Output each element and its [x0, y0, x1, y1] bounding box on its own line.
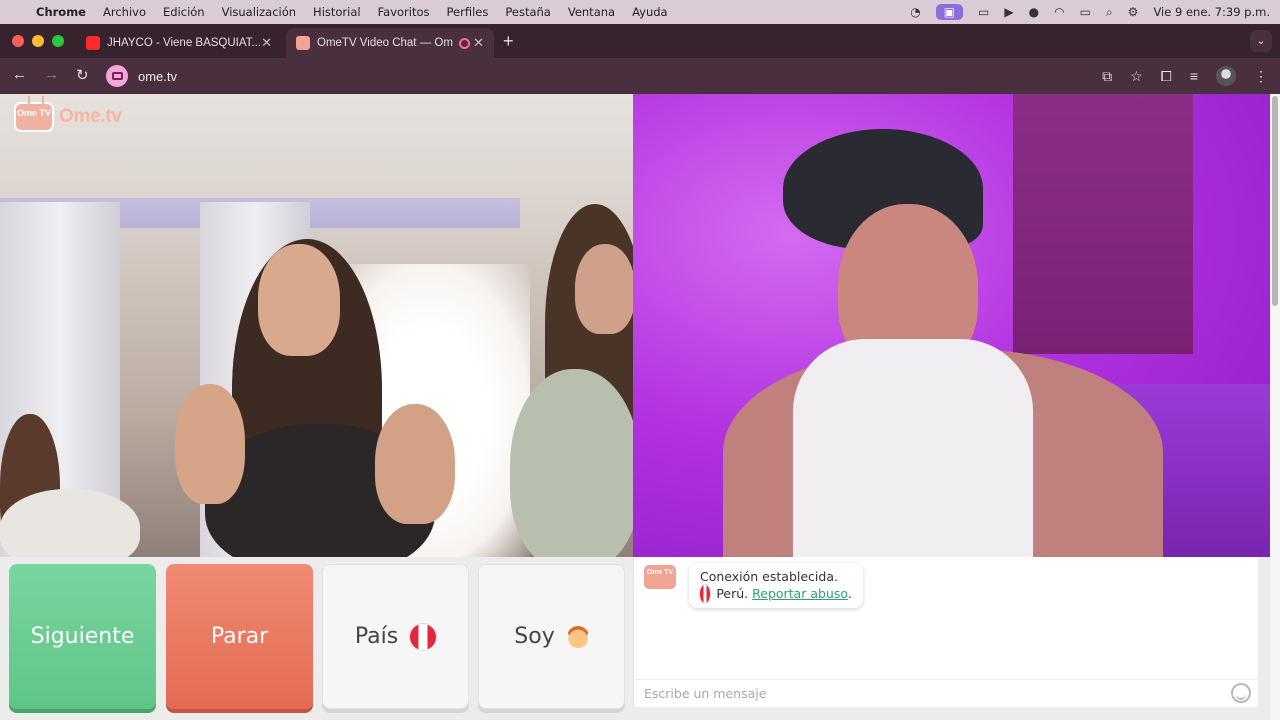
- menu-item-edicion[interactable]: Edición: [163, 5, 205, 19]
- person-face: [258, 244, 340, 356]
- emoji-picker-icon[interactable]: [1231, 683, 1251, 703]
- stranger-country: Perú.: [716, 586, 749, 601]
- stop-button-label: Parar: [210, 624, 269, 649]
- browser-window: JHAYCO - Viene BASQUIAT... ✕ OmeTV Video…: [0, 24, 1280, 720]
- menu-app-name[interactable]: Chrome: [36, 5, 86, 19]
- control-center-icon[interactable]: ⚙: [1128, 5, 1139, 19]
- display-icon[interactable]: ▭: [978, 5, 989, 19]
- menu-item-archivo[interactable]: Archivo: [103, 5, 146, 19]
- boy-emoji-icon: [566, 625, 589, 648]
- message-input[interactable]: Escribe un mensaje: [634, 679, 1259, 707]
- menu-item-ventana[interactable]: Ventana: [568, 5, 615, 19]
- youtube-icon: [86, 36, 100, 50]
- peru-flag-icon: [410, 623, 437, 650]
- peru-flag-icon: [700, 585, 711, 603]
- menu-item-favoritos[interactable]: Favoritos: [378, 5, 430, 19]
- tab-youtube[interactable]: JHAYCO - Viene BASQUIAT... ✕: [76, 28, 282, 58]
- play-icon[interactable]: ▶: [1004, 5, 1013, 19]
- ometv-logo-icon: Ome TV: [14, 102, 54, 132]
- person2-shirt: [510, 369, 633, 557]
- media-control-icon[interactable]: ≡: [1190, 68, 1198, 84]
- menu-item-ayuda[interactable]: Ayuda: [632, 5, 668, 19]
- message-placeholder: Escribe un mensaje: [644, 686, 767, 701]
- report-suffix: .: [848, 586, 852, 601]
- activity-icon[interactable]: ◔: [910, 5, 920, 19]
- next-button-label: Siguiente: [30, 624, 135, 649]
- tab-ometv[interactable]: OmeTV Video Chat — Om ✕: [286, 28, 494, 58]
- person-arm-right: [375, 404, 455, 524]
- report-abuse-link[interactable]: Reportar abuso: [752, 585, 848, 603]
- profile-avatar[interactable]: [1216, 66, 1236, 86]
- gender-button-label: Soy: [514, 624, 555, 649]
- ometv-favicon-icon: [296, 36, 310, 50]
- tab-title: OmeTV Video Chat — Om: [317, 37, 453, 49]
- search-icon[interactable]: ⌕: [1106, 5, 1113, 20]
- zoom-window-button[interactable]: [52, 35, 64, 47]
- tank-top: [793, 339, 1033, 557]
- screen-share-icon[interactable]: ▣: [935, 4, 964, 20]
- remote-video: Ome TV Ome.tv: [0, 94, 633, 557]
- ometv-logo-text: Ome.tv: [59, 106, 122, 127]
- macos-menubar: Chrome Archivo Edición Visualización His…: [0, 0, 1280, 24]
- page-scrollbar-track[interactable]: [1270, 94, 1280, 720]
- menu-item-perfiles[interactable]: Perfiles: [447, 5, 489, 19]
- menu-item-historial[interactable]: Historial: [313, 5, 361, 19]
- back-button[interactable]: ←: [12, 66, 27, 83]
- stop-button[interactable]: Parar: [166, 564, 313, 709]
- menu-item-visualizacion[interactable]: Visualización: [222, 5, 296, 19]
- local-video: [633, 94, 1270, 557]
- user-icon[interactable]: ●: [1029, 5, 1039, 19]
- pillow: [0, 489, 140, 557]
- browser-toolbar: ← → ↻ ome.tv ⧉ ☆ ⧠ ≡ ⋮: [0, 58, 1280, 94]
- ometv-chat-avatar-icon: Ome TV: [644, 565, 676, 589]
- menu-item-pestana[interactable]: Pestaña: [505, 5, 550, 19]
- extensions-icon[interactable]: ⧠: [1161, 68, 1172, 85]
- minimize-window-button[interactable]: [32, 35, 44, 47]
- url-text[interactable]: ome.tv: [138, 69, 177, 84]
- battery-icon[interactable]: ▭: [1080, 5, 1091, 19]
- next-button[interactable]: Siguiente: [9, 564, 156, 709]
- connection-status: Conexión establecida.: [700, 569, 838, 584]
- more-menu-icon[interactable]: ⋮: [1254, 68, 1268, 85]
- country-button[interactable]: País: [322, 564, 469, 709]
- gender-button[interactable]: Soy: [478, 564, 625, 709]
- ometv-logo[interactable]: Ome TV Ome.tv: [14, 102, 122, 132]
- system-message: Conexión establecida. Perú. Reportar abu…: [689, 563, 863, 608]
- chat-panel: Ome TV Conexión establecida. Perú. Repor…: [633, 557, 1259, 707]
- wifi-icon[interactable]: ◠: [1054, 5, 1064, 19]
- reload-button[interactable]: ↻: [76, 66, 89, 84]
- close-tab-icon[interactable]: ✕: [261, 35, 272, 51]
- recording-icon: [458, 37, 470, 49]
- close-window-button[interactable]: [12, 35, 24, 47]
- person-arm: [175, 384, 245, 504]
- bookmark-star-icon[interactable]: ☆: [1130, 68, 1143, 85]
- address-bar[interactable]: ome.tv: [106, 62, 1128, 90]
- site-info-icon[interactable]: [106, 65, 128, 87]
- forward-button[interactable]: →: [44, 66, 59, 83]
- page-scrollbar-thumb[interactable]: [1272, 96, 1278, 306]
- tab-bar: JHAYCO - Viene BASQUIAT... ✕ OmeTV Video…: [0, 24, 1280, 58]
- page-content: Ome TV Ome.tv Siguiente Parar País Soy O…: [0, 94, 1280, 720]
- menubar-clock[interactable]: Vie 9 ene. 7:39 p.m.: [1153, 5, 1270, 19]
- new-tab-button[interactable]: +: [503, 31, 514, 52]
- cast-icon[interactable]: ⧉: [1102, 68, 1112, 85]
- country-button-label: País: [354, 624, 399, 649]
- tab-search-button[interactable]: ⌄: [1250, 30, 1272, 52]
- door: [1013, 94, 1193, 354]
- close-tab-icon[interactable]: ✕: [473, 35, 484, 51]
- person2-face: [575, 244, 633, 334]
- tab-title: JHAYCO - Viene BASQUIAT...: [107, 37, 262, 49]
